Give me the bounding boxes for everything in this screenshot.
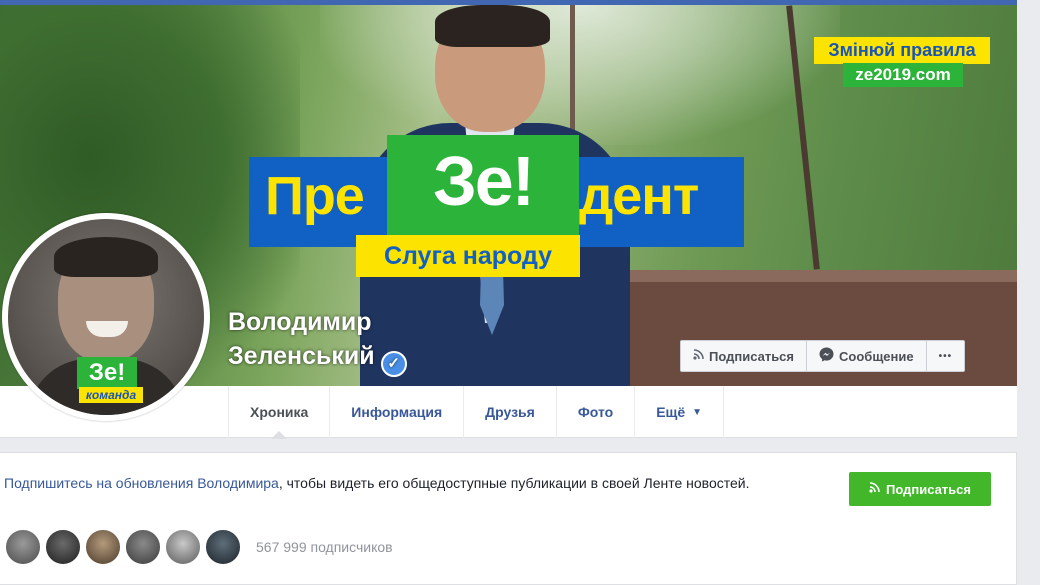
site-banner: ze2019.com [843,63,963,87]
slogan-pre: Пре [265,166,365,226]
follow-button[interactable]: Подписаться [681,341,808,371]
profile-name-line1: Володимир [228,308,372,336]
followers-row: 567 999 подписчиков [4,528,393,566]
slogan-sub: Слуга народу [383,242,553,270]
follower-avatar[interactable] [4,528,42,566]
follower-avatar[interactable] [44,528,82,566]
slogan-ze-box: Зе! [387,135,579,235]
follow-card-button-label: Подписаться [885,481,971,497]
badge-ze: Зе! [77,357,137,389]
messenger-icon [819,347,834,365]
follower-avatar[interactable] [204,528,242,566]
tab-about[interactable]: Информация [329,386,463,438]
badge-team: команда [79,387,143,403]
verified-badge-icon: ✓ [380,351,407,377]
message-button[interactable]: Сообщение [807,341,927,371]
profile-tabs: Хроника Информация Друзья Фото Ещё ▼ [228,386,725,439]
follow-card: Подпишитесь на обновления Володимира, чт… [0,452,1017,585]
profile-name-line2: Зеленський [228,342,375,370]
slogan-sub-box: Слуга народу [356,235,580,277]
message-button-label: Сообщение [839,348,914,364]
tab-timeline[interactable]: Хроника [228,386,329,439]
followers-count[interactable]: 567 999 подписчиков [256,539,393,555]
tab-friends[interactable]: Друзья [463,386,556,438]
rss-icon [869,482,880,496]
cover-actions: Подписаться Сообщение ••• [680,340,966,372]
follower-avatar[interactable] [124,528,162,566]
slogan-ze: Зе! [432,142,535,220]
page-gutter [1017,0,1040,585]
site-text: ze2019.com [855,65,951,84]
ze-team-badge: Зе! команда [77,357,143,405]
slogan-dent: дент [579,166,699,226]
follow-card-button[interactable]: Подписаться [849,472,991,506]
follow-prompt-rest: , чтобы видеть его общедоступные публика… [278,475,750,491]
more-icon: ••• [938,350,953,362]
follow-button-label: Подписаться [709,348,795,364]
tab-more[interactable]: Ещё ▼ [634,386,725,438]
follow-prompt: Подпишитесь на обновления Володимира, чт… [4,473,834,494]
rules-text: Змінюй правила [828,40,976,60]
profile-name[interactable]: Володимир Зеленський ✓ [228,305,407,377]
follow-prompt-link[interactable]: Подпишитесь на обновления Володимира [4,475,279,491]
tab-photos[interactable]: Фото [555,386,634,438]
more-options-button[interactable]: ••• [927,341,965,371]
chevron-down-icon: ▼ [692,406,703,418]
follower-avatar[interactable] [164,528,202,566]
rules-banner: Змінюй правила [814,37,990,64]
profile-picture[interactable]: Зе! команда [2,213,210,421]
rss-icon [693,349,704,363]
follower-avatar[interactable] [84,528,122,566]
